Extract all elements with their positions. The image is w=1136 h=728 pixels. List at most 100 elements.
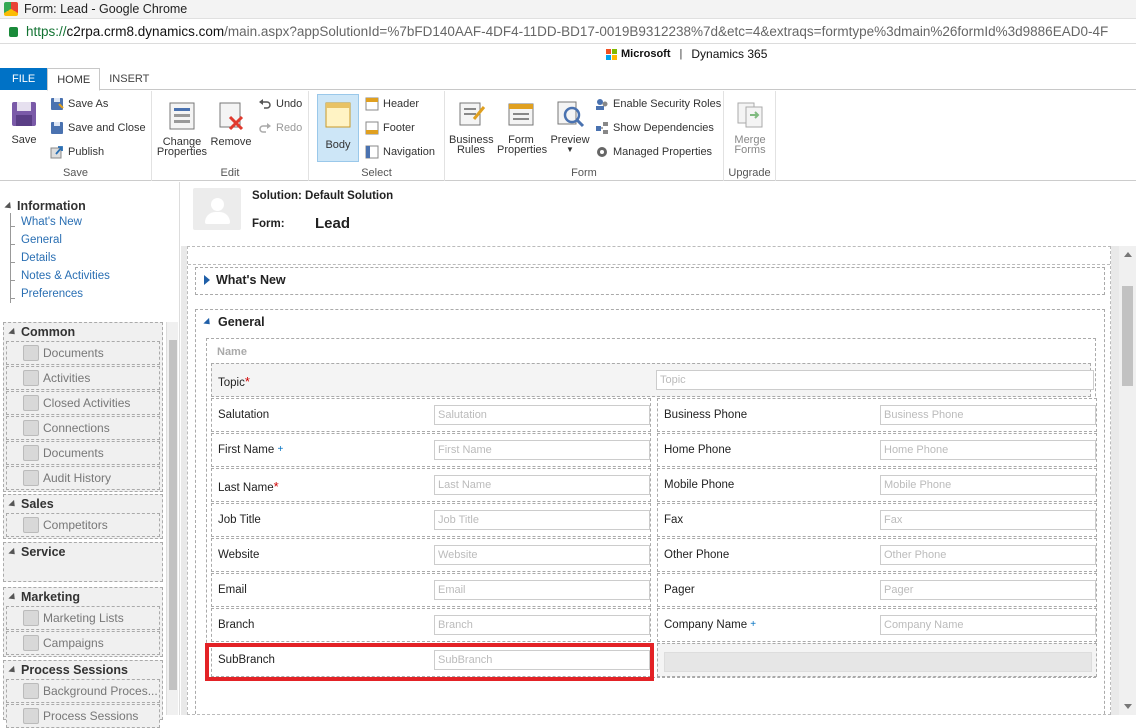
scroll-down-icon[interactable] [1124, 704, 1132, 709]
branch-input[interactable]: Branch [434, 615, 650, 635]
tab-home[interactable]: HOME [47, 68, 101, 91]
service-heading[interactable]: Service [4, 543, 162, 561]
process-sessions-heading[interactable]: Process Sessions [4, 661, 162, 679]
home-phone-input[interactable]: Home Phone [880, 440, 1096, 460]
field-business-phone[interactable]: Business Phone Business Phone [657, 398, 1097, 432]
nav-item-documents-2[interactable]: Documents [6, 441, 160, 465]
managed-properties-button[interactable]: Managed Properties [595, 143, 712, 161]
nav-item-background-processes[interactable]: Background Proces... [6, 679, 160, 703]
tab-header-whats-new[interactable]: What's New [196, 268, 1104, 292]
redo-button[interactable]: Redo [258, 119, 302, 137]
header-button[interactable]: Header [365, 95, 419, 113]
marketing-heading[interactable]: Marketing [4, 588, 162, 606]
nav-link-general[interactable]: General [10, 231, 176, 249]
tab-general[interactable]: General Name Topic* Topic Salutation Sal… [195, 309, 1105, 714]
window-title: Form: Lead - Google Chrome [24, 2, 188, 16]
brand-bar: Microsoft | Dynamics 365 [606, 47, 767, 61]
form-properties-button[interactable]: Form Properties [497, 99, 547, 156]
save-button[interactable]: Save [6, 99, 42, 146]
nav-link-details[interactable]: Details [10, 249, 176, 267]
field-salutation[interactable]: Salutation Salutation [211, 398, 651, 432]
fax-label: Fax [664, 514, 684, 526]
merge-forms-button[interactable]: Merge Forms [730, 99, 770, 156]
last-name-input[interactable]: Last Name [434, 475, 650, 495]
tab-insert[interactable]: INSERT [100, 68, 158, 90]
email-input[interactable]: Email [434, 580, 650, 600]
scroll-up-icon[interactable] [1124, 252, 1132, 257]
nav-item-closed-activities[interactable]: Closed Activities [6, 391, 160, 415]
change-properties-button[interactable]: Change Properties [156, 101, 208, 158]
footer-button[interactable]: Footer [365, 119, 415, 137]
nav-item-documents[interactable]: Documents [6, 341, 160, 365]
business-phone-input[interactable]: Business Phone [880, 405, 1096, 425]
remove-button[interactable]: Remove [210, 101, 252, 148]
save-and-close-button[interactable]: Save and Close [50, 119, 146, 137]
field-other-phone[interactable]: Other Phone Other Phone [657, 538, 1097, 572]
field-pager[interactable]: Pager Pager [657, 573, 1097, 607]
job-title-input[interactable]: Job Title [434, 510, 650, 530]
topic-input[interactable]: Topic [656, 370, 1094, 390]
field-home-phone[interactable]: Home Phone Home Phone [657, 433, 1097, 467]
field-job-title[interactable]: Job Title Job Title [211, 503, 651, 537]
fax-input[interactable]: Fax [880, 510, 1096, 530]
nav-item-campaigns[interactable]: Campaigns [6, 631, 160, 655]
nav-link-preferences[interactable]: Preferences [10, 285, 176, 303]
company-name-input[interactable]: Company Name [880, 615, 1096, 635]
common-heading[interactable]: Common [4, 323, 162, 341]
undo-button[interactable]: Undo [258, 95, 302, 113]
save-as-button[interactable]: Save As [50, 95, 108, 113]
activities-icon [23, 370, 39, 386]
first-name-input[interactable]: First Name [434, 440, 650, 460]
nav-item-process-sessions[interactable]: Process Sessions [6, 704, 160, 728]
empty-field-slot[interactable] [657, 643, 1097, 677]
brand-separator: | [679, 48, 683, 60]
preview-button[interactable]: Preview ▼ [549, 99, 591, 155]
nav-item-marketing-lists[interactable]: Marketing Lists [6, 606, 160, 630]
subbranch-input[interactable]: SubBranch [434, 650, 650, 670]
business-rules-button[interactable]: Business Rules [449, 99, 494, 156]
field-subbranch[interactable]: SubBranch SubBranch [211, 643, 651, 677]
other-phone-input[interactable]: Other Phone [880, 545, 1096, 565]
nav-item-activities[interactable]: Activities [6, 366, 160, 390]
nav-scrollbar-thumb[interactable] [169, 340, 177, 690]
nav-link-notes-activities[interactable]: Notes & Activities [10, 267, 176, 285]
nav-scrollbar[interactable] [166, 322, 178, 715]
field-last-name[interactable]: Last Name* Last Name [211, 468, 651, 502]
address-bar[interactable]: https://c2rpa.crm8.dynamics.com/main.asp… [0, 20, 1136, 44]
change-properties-icon [169, 102, 195, 130]
tab-whats-new[interactable]: What's New [195, 267, 1105, 295]
url-text[interactable]: https://c2rpa.crm8.dynamics.com/main.asp… [26, 24, 1108, 39]
field-mobile-phone[interactable]: Mobile Phone Mobile Phone [657, 468, 1097, 502]
navigation-button[interactable]: Navigation [365, 143, 435, 161]
nav-item-competitors[interactable]: Competitors [6, 513, 160, 537]
field-fax[interactable]: Fax Fax [657, 503, 1097, 537]
empty-slot-placeholder [664, 652, 1092, 672]
website-input[interactable]: Website [434, 545, 650, 565]
tab-file[interactable]: FILE [0, 68, 48, 90]
show-dependencies-button[interactable]: Show Dependencies [595, 119, 714, 137]
field-branch[interactable]: Branch Branch [211, 608, 651, 642]
mobile-phone-input[interactable]: Mobile Phone [880, 475, 1096, 495]
field-company-name[interactable]: Company Name + Company Name [657, 608, 1097, 642]
form-scrollbar-thumb[interactable] [1122, 286, 1133, 386]
enable-security-roles-button[interactable]: Enable Security Roles [595, 95, 721, 113]
field-website[interactable]: Website Website [211, 538, 651, 572]
body-button[interactable]: Body [317, 94, 359, 162]
sales-heading[interactable]: Sales [4, 495, 162, 513]
process-icon [23, 683, 39, 699]
field-topic[interactable]: Topic* Topic [211, 363, 1094, 397]
nav-link-whats-new[interactable]: What's New [10, 213, 176, 231]
field-row-2: First Name + First Name Home Phone Home … [211, 433, 1097, 467]
tab-header-general[interactable]: General [196, 310, 1104, 334]
subbranch-label: SubBranch [218, 654, 275, 666]
nav-item-connections[interactable]: Connections [6, 416, 160, 440]
salutation-input[interactable]: Salutation [434, 405, 650, 425]
field-first-name[interactable]: First Name + First Name [211, 433, 651, 467]
form-scrollbar[interactable] [1119, 246, 1136, 715]
save-close-icon [51, 122, 63, 134]
publish-button[interactable]: Publish [50, 143, 104, 161]
gear-icon [597, 147, 607, 157]
nav-item-audit-history[interactable]: Audit History [6, 466, 160, 490]
pager-input[interactable]: Pager [880, 580, 1096, 600]
field-email[interactable]: Email Email [211, 573, 651, 607]
